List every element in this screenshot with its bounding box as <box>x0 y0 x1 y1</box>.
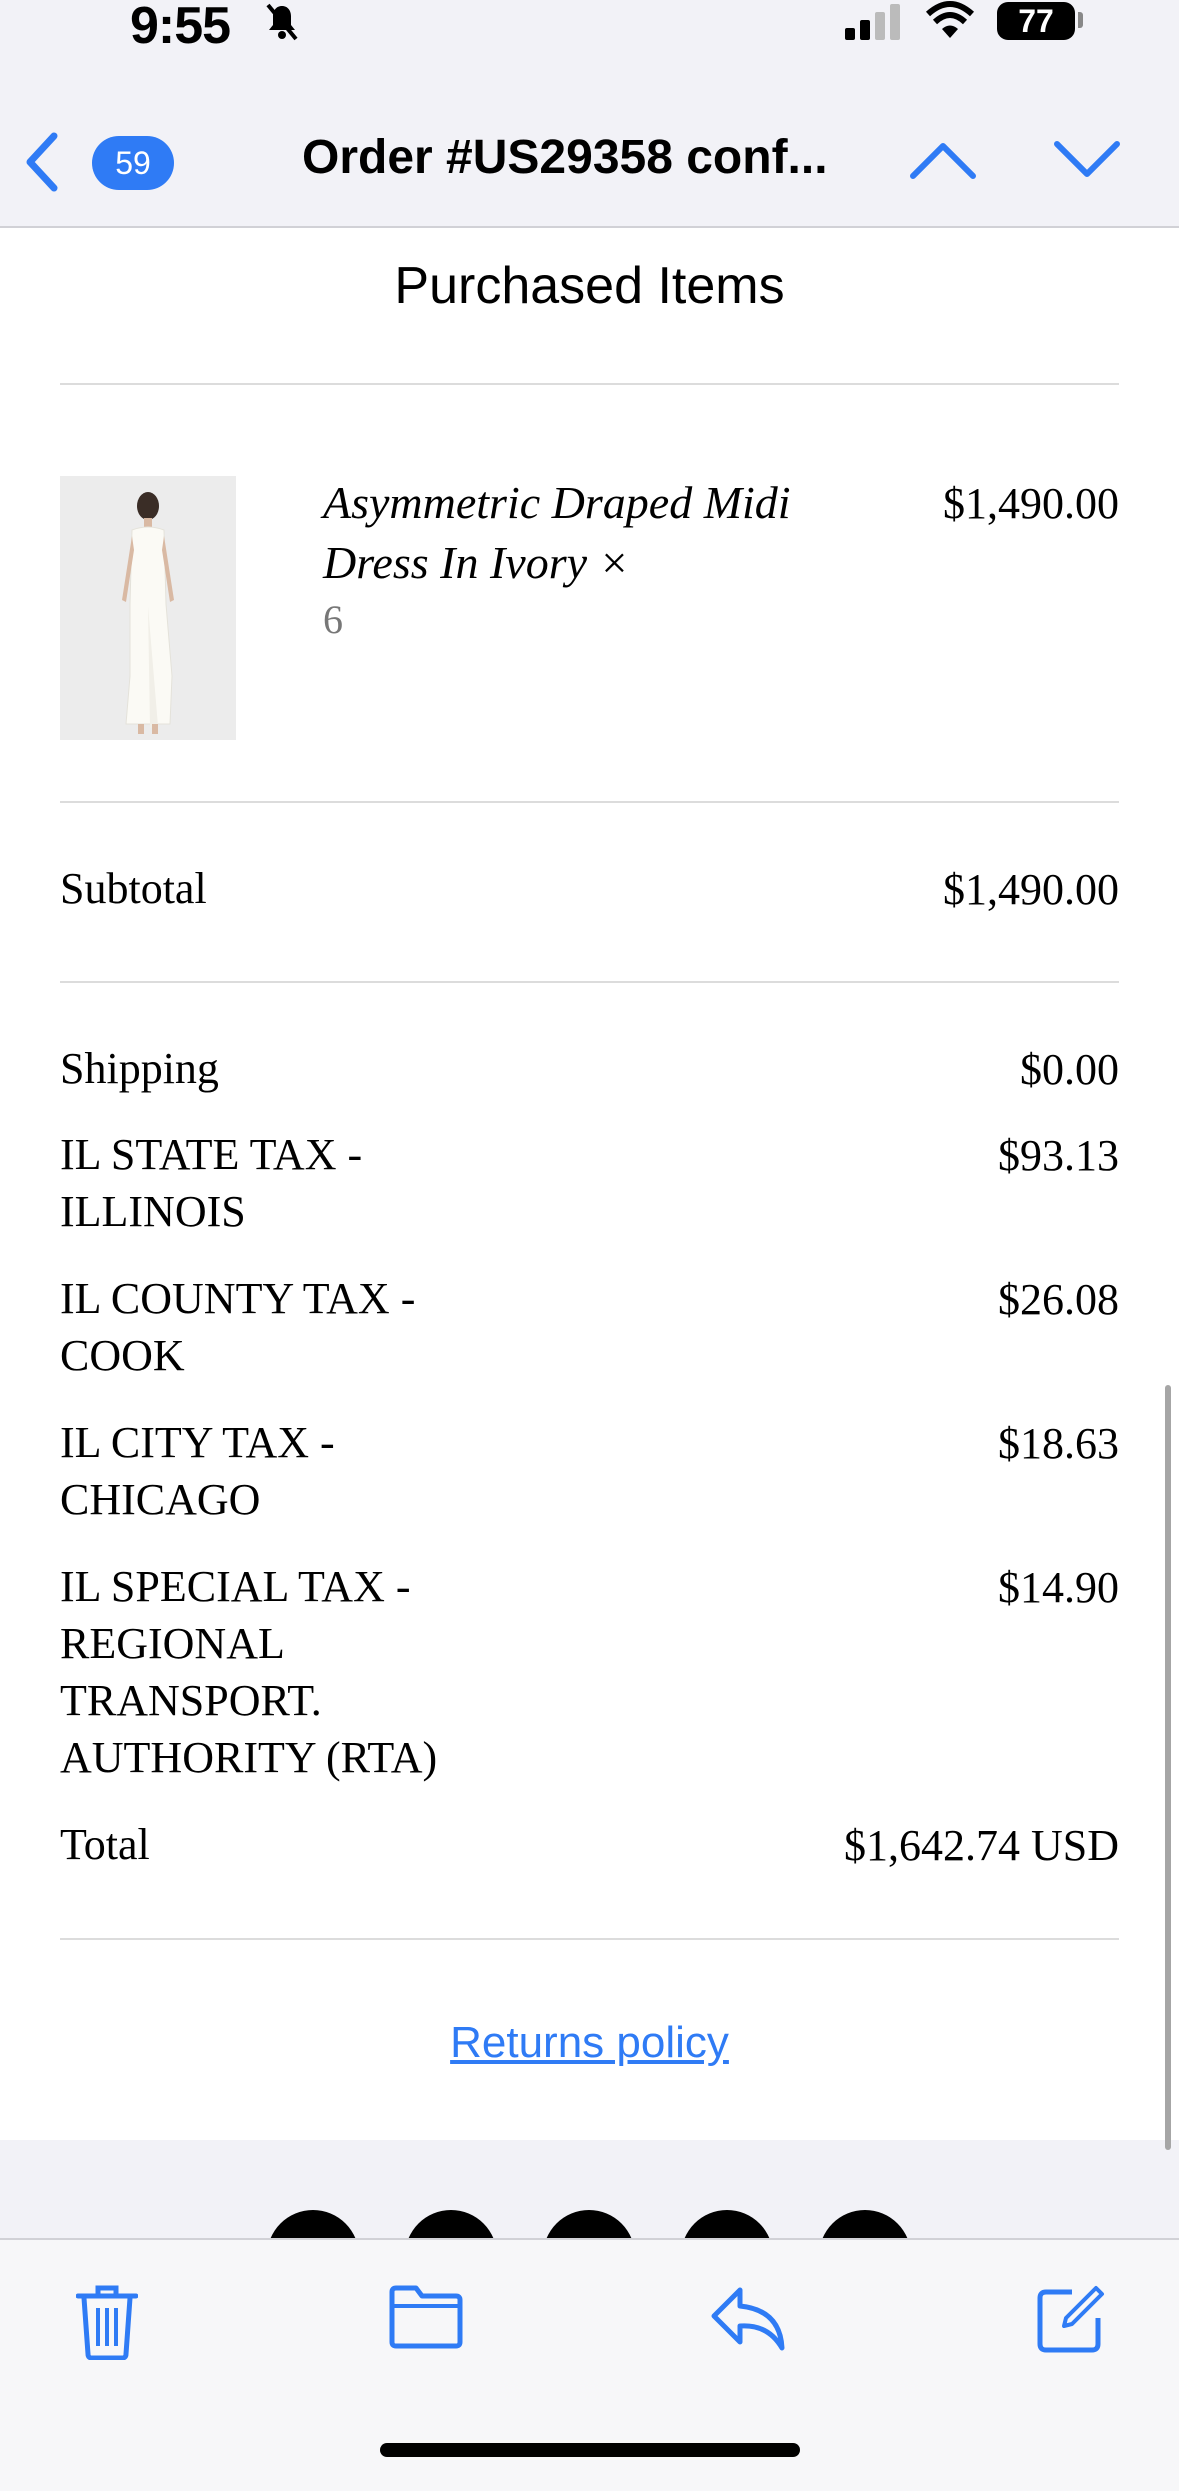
battery-tip <box>1078 12 1083 28</box>
state-tax-value: $93.13 <box>998 1131 1119 1180</box>
subtotal-label: Subtotal <box>60 864 207 913</box>
trash-icon[interactable] <box>76 2284 138 2360</box>
special-tax-label-line: TRANSPORT. <box>60 1676 322 1725</box>
email-body: Purchased Items Asymmetric Draped Midi D… <box>0 228 1179 2140</box>
shipping-label: Shipping <box>60 1044 219 1093</box>
county-tax-label-line: COOK <box>60 1331 185 1380</box>
unread-count-badge[interactable]: 59 <box>92 136 174 190</box>
special-tax-label: IL SPECIAL TAX - REGIONAL TRANSPORT. AUT… <box>60 1558 500 1786</box>
product-image[interactable] <box>60 476 236 740</box>
special-tax-label-line: REGIONAL <box>60 1619 285 1668</box>
home-indicator[interactable] <box>380 2443 800 2457</box>
county-tax-label-line: IL COUNTY TAX - <box>60 1274 416 1323</box>
subtotal-value: $1,490.00 <box>943 865 1119 914</box>
special-tax-label-line: AUTHORITY (RTA) <box>60 1733 438 1782</box>
county-tax-value: $26.08 <box>998 1275 1119 1324</box>
state-tax-label-line: ILLINOIS <box>60 1187 246 1236</box>
special-tax-value: $14.90 <box>998 1563 1119 1612</box>
city-tax-label-line: IL CITY TAX - <box>60 1418 335 1467</box>
previous-message-icon[interactable] <box>908 138 978 182</box>
status-bar: 9:55 77 <box>0 0 1179 60</box>
divider <box>60 801 1119 803</box>
silent-bell-icon <box>266 3 298 41</box>
mail-navbar: 59 Order #US29358 conf... <box>0 60 1179 228</box>
divider <box>60 1938 1119 1940</box>
battery-indicator: 77 <box>997 2 1075 40</box>
total-label: Total <box>60 1820 150 1869</box>
back-chevron-icon[interactable] <box>22 130 62 194</box>
reply-icon[interactable] <box>710 2284 786 2354</box>
state-tax-label-line: IL STATE TAX - <box>60 1130 363 1179</box>
email-subject: Order #US29358 conf... <box>302 131 828 184</box>
county-tax-label: IL COUNTY TAX - COOK <box>60 1270 500 1384</box>
city-tax-label-line: CHICAGO <box>60 1475 261 1524</box>
dress-figure-icon <box>60 476 236 740</box>
state-tax-label: IL STATE TAX - ILLINOIS <box>60 1126 500 1240</box>
divider <box>60 383 1119 385</box>
folder-icon[interactable] <box>388 2284 464 2350</box>
section-title: Purchased Items <box>394 257 785 315</box>
special-tax-label-line: IL SPECIAL TAX - <box>60 1562 411 1611</box>
returns-policy-link[interactable]: Returns policy <box>0 2018 1179 2068</box>
total-value: $1,642.74 USD <box>843 1821 1119 1870</box>
product-price: $1,490.00 <box>943 479 1119 528</box>
shipping-value: $0.00 <box>1020 1045 1119 1094</box>
product-name[interactable]: Asymmetric Draped Midi Dress In Ivory × <box>323 473 843 593</box>
scrollbar[interactable] <box>1165 1385 1171 2150</box>
status-time: 9:55 <box>130 0 231 55</box>
wifi-icon <box>925 1 975 38</box>
city-tax-label: IL CITY TAX - CHICAGO <box>60 1414 500 1528</box>
signal-icon <box>845 4 900 40</box>
divider <box>60 981 1119 983</box>
compose-icon[interactable] <box>1034 2284 1106 2356</box>
product-quantity: 6 <box>323 597 343 642</box>
city-tax-value: $18.63 <box>998 1419 1119 1468</box>
next-message-icon[interactable] <box>1052 138 1122 182</box>
